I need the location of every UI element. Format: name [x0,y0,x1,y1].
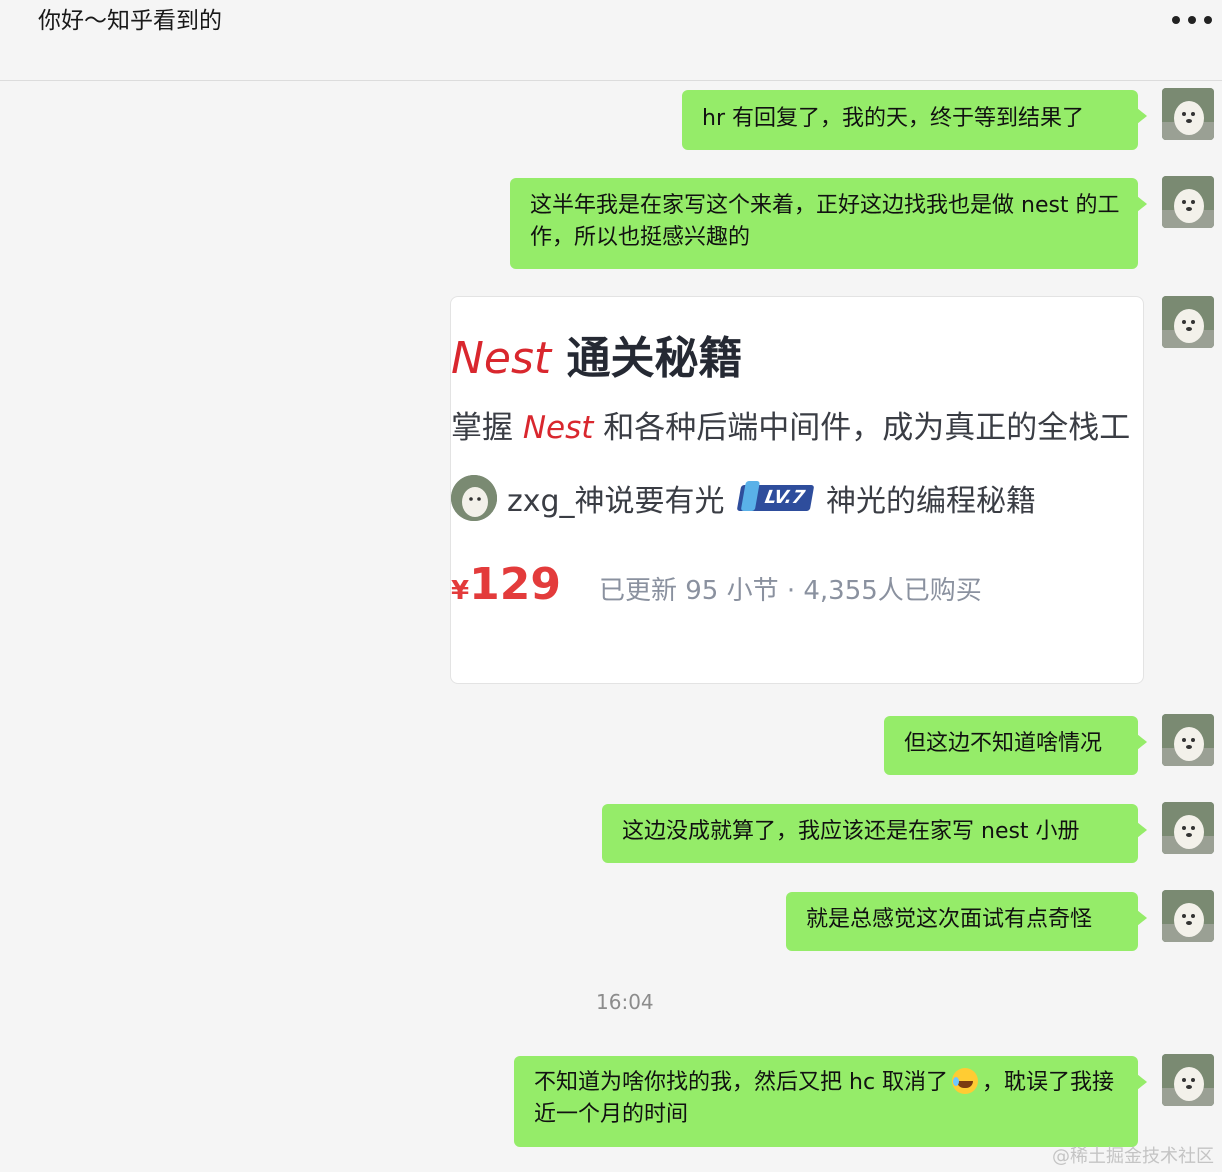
message-bubble[interactable]: 不知道为啥你找的我，然后又把 hc 取消了 ，耽误了我接近一个月的时间 [514,1056,1147,1147]
watermark: @稀土掘金技术社区 [1052,1146,1214,1167]
avatar[interactable] [1162,176,1214,228]
course-meta: 已更新 95 小节 · 4,355人已购买 [598,576,982,606]
avatar[interactable] [1162,88,1214,140]
course-title-rest: 通关秘籍 [566,333,743,384]
message-text-part: 不知道为啥你找的我，然后又把 hc 取消了 [534,1070,949,1095]
author-avatar [451,475,497,521]
shared-course-card[interactable]: Nest 通关秘籍 掌握 Nest 和各种后端中间件，成为真正的全栈工 zxg_… [450,296,1144,684]
price-value: 129 [469,559,561,610]
author-name: zxg_神说要有光 [507,484,725,519]
message-bubble[interactable]: hr 有回复了，我的天，终于等到结果了 [682,90,1147,150]
course-title: Nest 通关秘籍 [451,329,743,389]
avatar[interactable] [1162,1054,1214,1106]
message-text: 这边没成就算了，我应该还是在家写 nest 小册 [622,819,1080,844]
column-name: 神光的编程秘籍 [826,484,1037,519]
laughing-tears-icon [952,1068,979,1094]
chat-title: 你好～知乎看到的 [38,8,222,34]
message-text: 这半年我是在家写这个来着，正好这边找我也是做 nest 的工作，所以也挺感兴趣的 [530,193,1120,250]
chat-header: 你好～知乎看到的 [0,0,1222,81]
level-badge: LV.7 [736,481,815,511]
message-text: 不知道为啥你找的我，然后又把 hc 取消了 ，耽误了我接近一个月的时间 [534,1067,1122,1131]
message-bubble[interactable]: 就是总感觉这次面试有点奇怪 [786,892,1147,951]
author-row: zxg_神说要有光 LV.7 神光的编程秘籍 [451,473,1036,523]
course-title-brand: Nest [451,333,552,384]
price-row: ¥ 129 已更新 95 小节 · 4,355人已购买 [451,559,982,610]
avatar[interactable] [1162,802,1214,854]
course-subtitle-brand: Nest [522,410,594,446]
message-text: hr 有回复了，我的天，终于等到结果了 [702,106,1084,131]
level-text: LV.7 [762,487,806,508]
bottle-icon [740,481,760,511]
course-subtitle-pre: 掌握 [451,410,513,446]
message-text: 就是总感觉这次面试有点奇怪 [806,907,1093,932]
message-bubble[interactable]: 这边没成就算了，我应该还是在家写 nest 小册 [602,804,1147,863]
avatar[interactable] [1162,714,1214,766]
message-bubble[interactable]: 这半年我是在家写这个来着，正好这边找我也是做 nest 的工作，所以也挺感兴趣的 [510,178,1147,269]
timestamp: 16:04 [596,990,654,1014]
message-text: 但这边不知道啥情况 [904,731,1103,756]
price-symbol: ¥ [451,576,470,606]
course-subtitle-post: 和各种后端中间件，成为真正的全栈工 [603,410,1131,446]
message-bubble[interactable]: 但这边不知道啥情况 [884,716,1147,775]
more-horizontal-icon[interactable] [1172,10,1212,30]
avatar[interactable] [1162,890,1214,942]
avatar[interactable] [1162,296,1214,348]
course-subtitle: 掌握 Nest 和各种后端中间件，成为真正的全栈工 [451,405,1130,451]
